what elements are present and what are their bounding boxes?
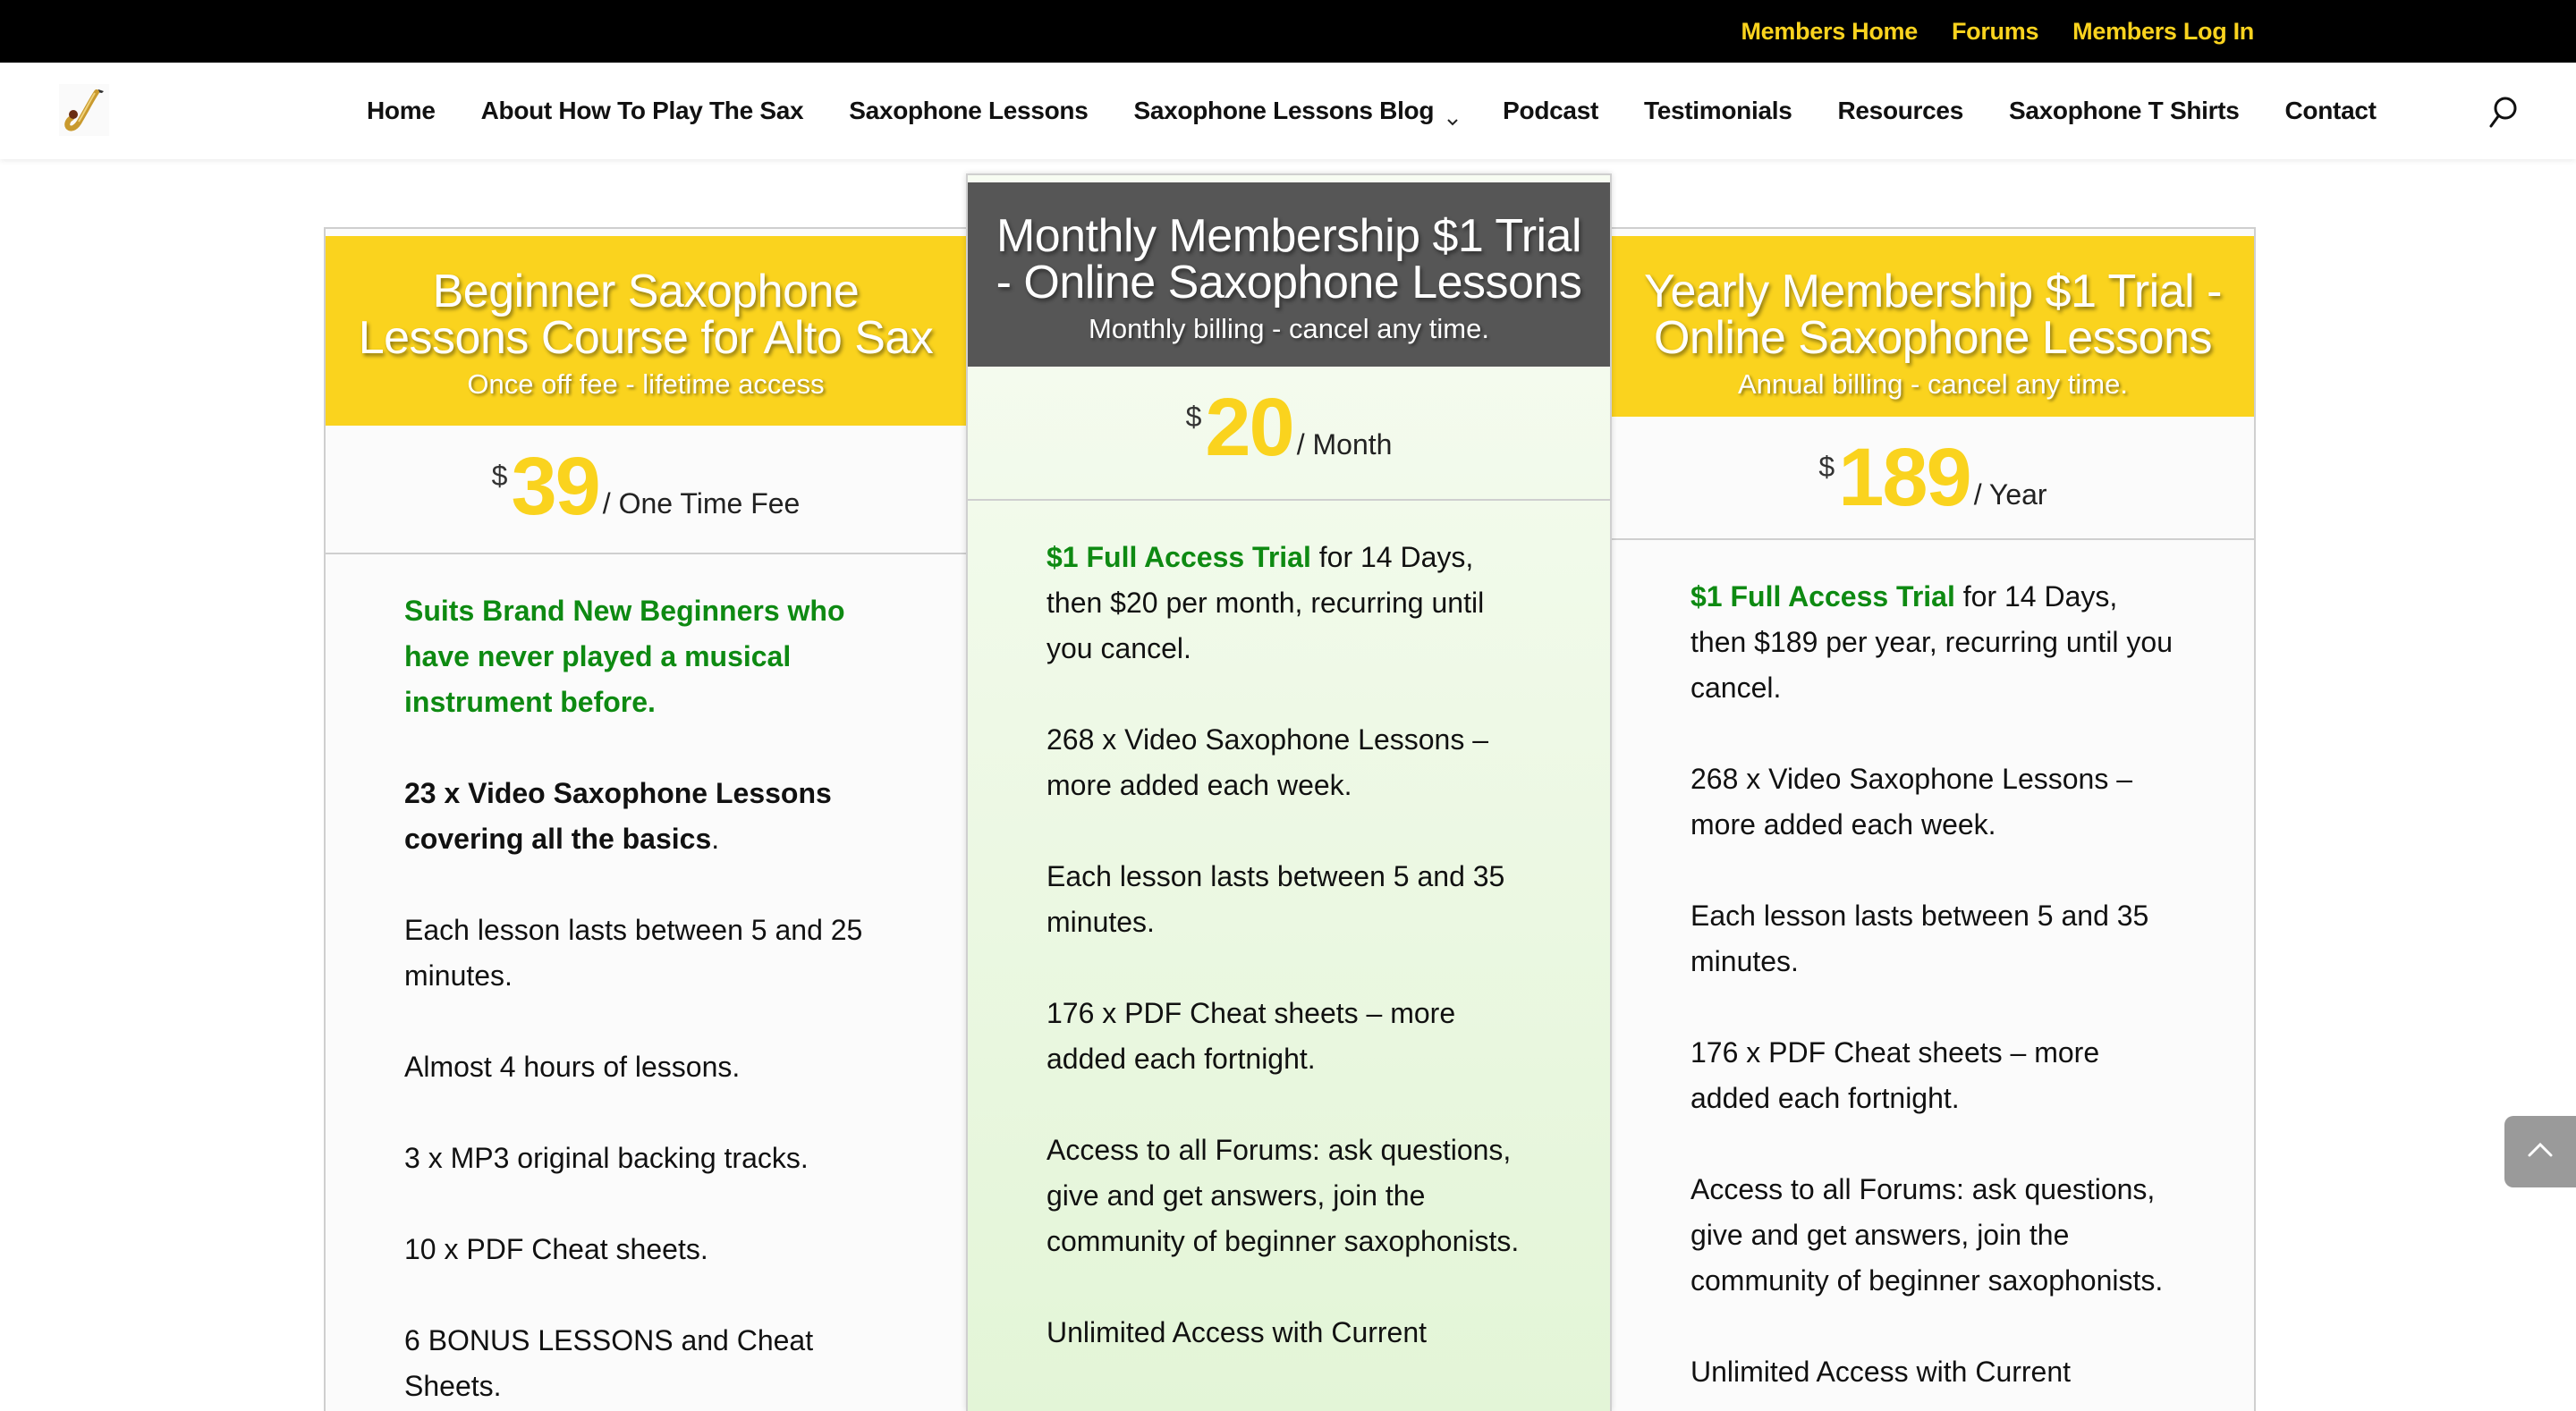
nav-item-resources[interactable]: Resources <box>1837 97 1963 125</box>
price-period: / Month <box>1296 428 1393 460</box>
feature-item: 6 BONUS LESSONS and Cheat Sheets. <box>404 1324 814 1402</box>
nav-item-label: Saxophone Lessons Blog <box>1133 97 1435 124</box>
nav-item-testimonials[interactable]: Testimonials <box>1644 97 1792 125</box>
plan-subtitle: Annual billing - cancel any time. <box>1738 368 2128 400</box>
pricing-plan-beginner: Beginner Saxophone Lessons Course for Al… <box>324 227 968 1411</box>
top-bar: Members Home Forums Members Log In <box>0 0 2576 63</box>
plan-title: Yearly Membership $1 Trial - Online Saxo… <box>1612 268 2254 361</box>
saxophone-logo-icon[interactable] <box>59 84 109 136</box>
plan-title-line: Lessons Course for Alto Sax <box>358 312 934 364</box>
feature-item: 23 x Video Saxophone Lessons covering al… <box>404 771 887 862</box>
nav-item-label: Saxophone T Shirts <box>2008 97 2240 124</box>
main-navigation: Home About How To Play The Sax Saxophone… <box>0 63 2576 159</box>
nav-item-label: Podcast <box>1503 97 1598 124</box>
price-amount: 39 <box>511 441 600 532</box>
price-amount: 189 <box>1838 432 1971 523</box>
feature-item: Unlimited Access with Current <box>1046 1316 1428 1348</box>
members-login-link[interactable]: Members Log In <box>2072 18 2254 46</box>
feature-item: 176 x PDF Cheat sheets – more added each… <box>1046 997 1456 1075</box>
plan-features: $1 Full Access Trial for 14 Days, then $… <box>968 501 1610 1356</box>
plan-features: Suits Brand New Beginners who have never… <box>326 554 966 1409</box>
plan-title-line: Monthly Membership $1 Trial <box>996 210 1582 262</box>
plan-price: $ 39 / One Time Fee <box>326 426 966 554</box>
plan-price: $ 189 / Year <box>1612 417 2254 540</box>
nav-item-label: Saxophone Lessons <box>849 97 1089 124</box>
plan-title-line: Beginner Saxophone <box>432 266 860 317</box>
forums-link[interactable]: Forums <box>1952 18 2039 46</box>
nav-item-saxophone-lessons[interactable]: Saxophone Lessons <box>849 97 1089 125</box>
feature-text: . <box>711 823 720 855</box>
price-period: / Year <box>1973 478 2047 511</box>
plan-subtitle: Once off fee - lifetime access <box>467 368 825 400</box>
feature-item: 10 x PDF Cheat sheets. <box>404 1233 708 1265</box>
feature-item: Each lesson lasts between 5 and 35 minut… <box>1690 900 2149 977</box>
plan-title-line: Online Saxophone Lessons <box>1653 312 2213 364</box>
feature-item: Suits Brand New Beginners who have never… <box>404 595 845 718</box>
plan-subtitle: Monthly billing - cancel any time. <box>1089 313 1489 344</box>
nav-item-label: Contact <box>2284 97 2377 124</box>
members-home-link[interactable]: Members Home <box>1741 18 1918 46</box>
nav-item-label: Testimonials <box>1644 97 1792 124</box>
nav-item-contact[interactable]: Contact <box>2285 97 2377 125</box>
plan-price: $ 20 / Month <box>968 367 1610 501</box>
plan-title-line: - Online Saxophone Lessons <box>996 257 1582 308</box>
feature-item: 268 x Video Saxophone Lessons – more add… <box>1690 763 2133 841</box>
feature-item: Access to all Forums: ask questions, giv… <box>1046 1134 1520 1257</box>
plan-header: Beginner Saxophone Lessons Course for Al… <box>326 236 966 426</box>
plan-title: Monthly Membership $1 Trial - Online Sax… <box>968 213 1610 306</box>
feature-item: 176 x PDF Cheat sheets – more added each… <box>1690 1036 2100 1114</box>
feature-bold-text: 23 x Video Saxophone Lessons covering al… <box>404 777 832 855</box>
plan-features: $1 Full Access Trial for 14 Days, then $… <box>1612 540 2254 1395</box>
feature-item: 268 x Video Saxophone Lessons – more add… <box>1046 723 1489 801</box>
plan-title-line: Yearly Membership $1 Trial - <box>1644 266 2222 317</box>
pricing-plan-monthly: Monthly Membership $1 Trial - Online Sax… <box>966 173 1612 1411</box>
back-to-top-button[interactable] <box>2504 1116 2576 1187</box>
nav-item-podcast[interactable]: Podcast <box>1503 97 1598 125</box>
currency-symbol: $ <box>491 460 508 492</box>
search-icon[interactable] <box>2487 95 2519 131</box>
plan-header: Yearly Membership $1 Trial - Online Saxo… <box>1612 236 2254 417</box>
nav-item-label: Resources <box>1837 97 1963 124</box>
currency-symbol: $ <box>1818 451 1835 483</box>
plan-title: Beginner Saxophone Lessons Course for Al… <box>326 268 966 361</box>
currency-symbol: $ <box>1185 401 1202 433</box>
feature-item: Almost 4 hours of lessons. <box>404 1051 741 1083</box>
price-period: / One Time Fee <box>602 487 801 520</box>
trial-highlight: $1 Full Access Trial <box>1046 541 1311 573</box>
price-amount: 20 <box>1205 382 1294 473</box>
plan-header: Monthly Membership $1 Trial - Online Sax… <box>968 182 1610 367</box>
nav-item-home[interactable]: Home <box>367 97 436 125</box>
nav-menu: Home About How To Play The Sax Saxophone… <box>367 63 2422 159</box>
nav-item-tshirts[interactable]: Saxophone T Shirts <box>2009 97 2240 125</box>
nav-item-about[interactable]: About How To Play The Sax <box>481 97 804 125</box>
feature-item: Unlimited Access with Current <box>1690 1356 2072 1388</box>
nav-item-label: About How To Play The Sax <box>480 97 804 124</box>
pricing-plan-yearly: Yearly Membership $1 Trial - Online Saxo… <box>1610 227 2256 1411</box>
member-links: Members Home Forums Members Log In <box>1741 0 2254 63</box>
feature-item: Each lesson lasts between 5 and 25 minut… <box>404 914 863 992</box>
trial-highlight: $1 Full Access Trial <box>1690 580 1955 613</box>
feature-item: 3 x MP3 original backing tracks. <box>404 1142 809 1174</box>
chevron-down-icon[interactable] <box>1446 106 1458 126</box>
nav-item-blog[interactable]: Saxophone Lessons Blog <box>1133 97 1458 126</box>
feature-item: Each lesson lasts between 5 and 35 minut… <box>1046 860 1505 938</box>
feature-item: Access to all Forums: ask questions, giv… <box>1690 1173 2164 1297</box>
chevron-up-icon <box>2527 1141 2554 1162</box>
feature-item: $1 Full Access Trial for 14 Days, then $… <box>1046 535 1531 672</box>
feature-item: $1 Full Access Trial for 14 Days, then $… <box>1690 574 2175 711</box>
nav-item-label: Home <box>367 97 436 124</box>
